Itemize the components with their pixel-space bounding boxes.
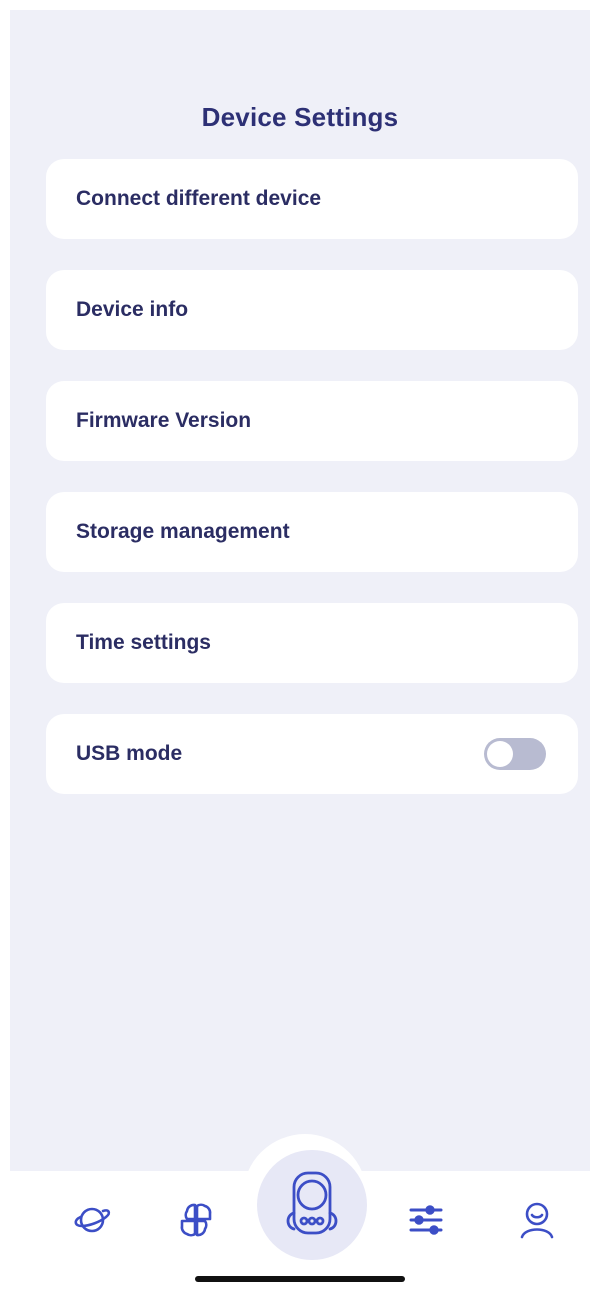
menu-item-label: USB mode	[76, 742, 183, 765]
tab-settings[interactable]	[396, 1190, 456, 1250]
planet-icon	[74, 1207, 111, 1233]
menu-item-usb-mode: USB mode	[46, 714, 578, 794]
menu-item-label: Time settings	[76, 631, 211, 654]
tab-device[interactable]	[257, 1150, 367, 1260]
menu-item-time-settings[interactable]: Time settings	[46, 603, 578, 683]
menu-item-label: Device info	[76, 298, 189, 321]
usb-mode-toggle[interactable]	[484, 738, 546, 770]
profile-icon	[520, 1202, 554, 1239]
recorder-device-icon	[286, 1171, 338, 1235]
page-title: Device Settings	[201, 102, 399, 132]
menu-item-label: Firmware Version	[76, 409, 252, 432]
tab-profile[interactable]	[507, 1190, 567, 1250]
menu-item-storage-management[interactable]: Storage management	[46, 492, 578, 572]
menu-item-device-info[interactable]: Device info	[46, 270, 578, 350]
apps-grid-icon	[180, 1203, 212, 1237]
settings-menu-list: Connect different device Device info Fir…	[46, 159, 578, 825]
tab-apps[interactable]	[166, 1190, 226, 1250]
device-settings-screen: Device Settings Connect different device…	[10, 10, 590, 1290]
menu-item-connect-different-device[interactable]: Connect different device	[46, 159, 578, 239]
menu-item-label: Storage management	[76, 520, 290, 543]
toggle-knob	[487, 741, 513, 767]
sliders-icon	[409, 1205, 443, 1235]
home-indicator	[195, 1276, 405, 1282]
tab-explore[interactable]	[62, 1190, 122, 1250]
menu-item-firmware-version[interactable]: Firmware Version	[46, 381, 578, 461]
menu-item-label: Connect different device	[76, 187, 322, 210]
